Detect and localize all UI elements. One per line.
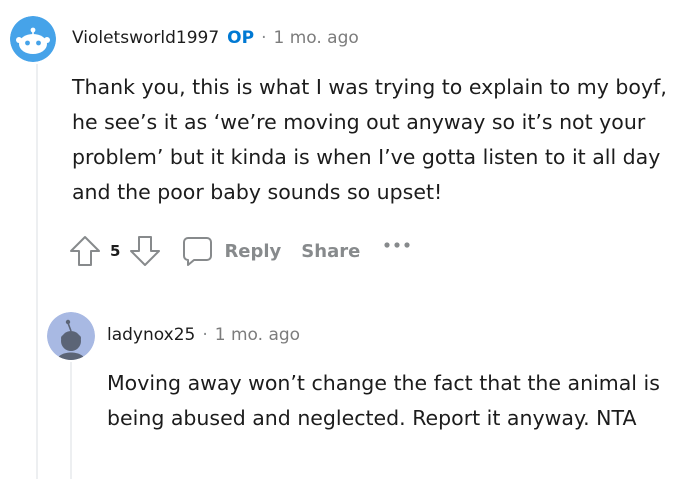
comment-body: Moving away won’t change the fact that t… bbox=[107, 371, 660, 430]
reddit-snoo-avatar-icon bbox=[10, 16, 56, 62]
separator-dot: · bbox=[202, 325, 208, 345]
reply-button[interactable]: Reply bbox=[180, 234, 281, 268]
username-link[interactable]: ladynox25 bbox=[107, 325, 195, 345]
more-options-button[interactable] bbox=[382, 239, 412, 251]
reply-label: Reply bbox=[224, 240, 282, 262]
share-button[interactable]: Share bbox=[301, 241, 360, 262]
comment-body: Thank you, this is what I was trying to … bbox=[72, 75, 667, 204]
downvote-arrow-icon[interactable] bbox=[128, 234, 162, 268]
speech-bubble-icon bbox=[183, 237, 213, 266]
upvote-arrow-icon[interactable] bbox=[68, 234, 102, 268]
separator-dot: · bbox=[261, 28, 267, 48]
username-link[interactable]: Violetsworld1997 bbox=[72, 28, 219, 48]
default-snoo-avatar-icon bbox=[47, 312, 95, 360]
thread-line-op[interactable] bbox=[36, 64, 38, 479]
vote-count: 5 bbox=[110, 242, 121, 260]
avatar[interactable] bbox=[47, 312, 95, 360]
comment-header: Violetsworld1997 OP · 1 mo. ago bbox=[72, 28, 359, 48]
comment-timestamp[interactable]: 1 mo. ago bbox=[215, 325, 300, 345]
comment-actions: 5 Reply Share bbox=[68, 233, 412, 269]
ellipsis-icon bbox=[384, 242, 410, 248]
comment-header: ladynox25 · 1 mo. ago bbox=[107, 325, 300, 345]
thread-line-reply[interactable] bbox=[70, 362, 72, 479]
avatar[interactable] bbox=[10, 16, 56, 62]
op-badge: OP bbox=[227, 28, 255, 48]
comment-timestamp[interactable]: 1 mo. ago bbox=[273, 28, 358, 48]
